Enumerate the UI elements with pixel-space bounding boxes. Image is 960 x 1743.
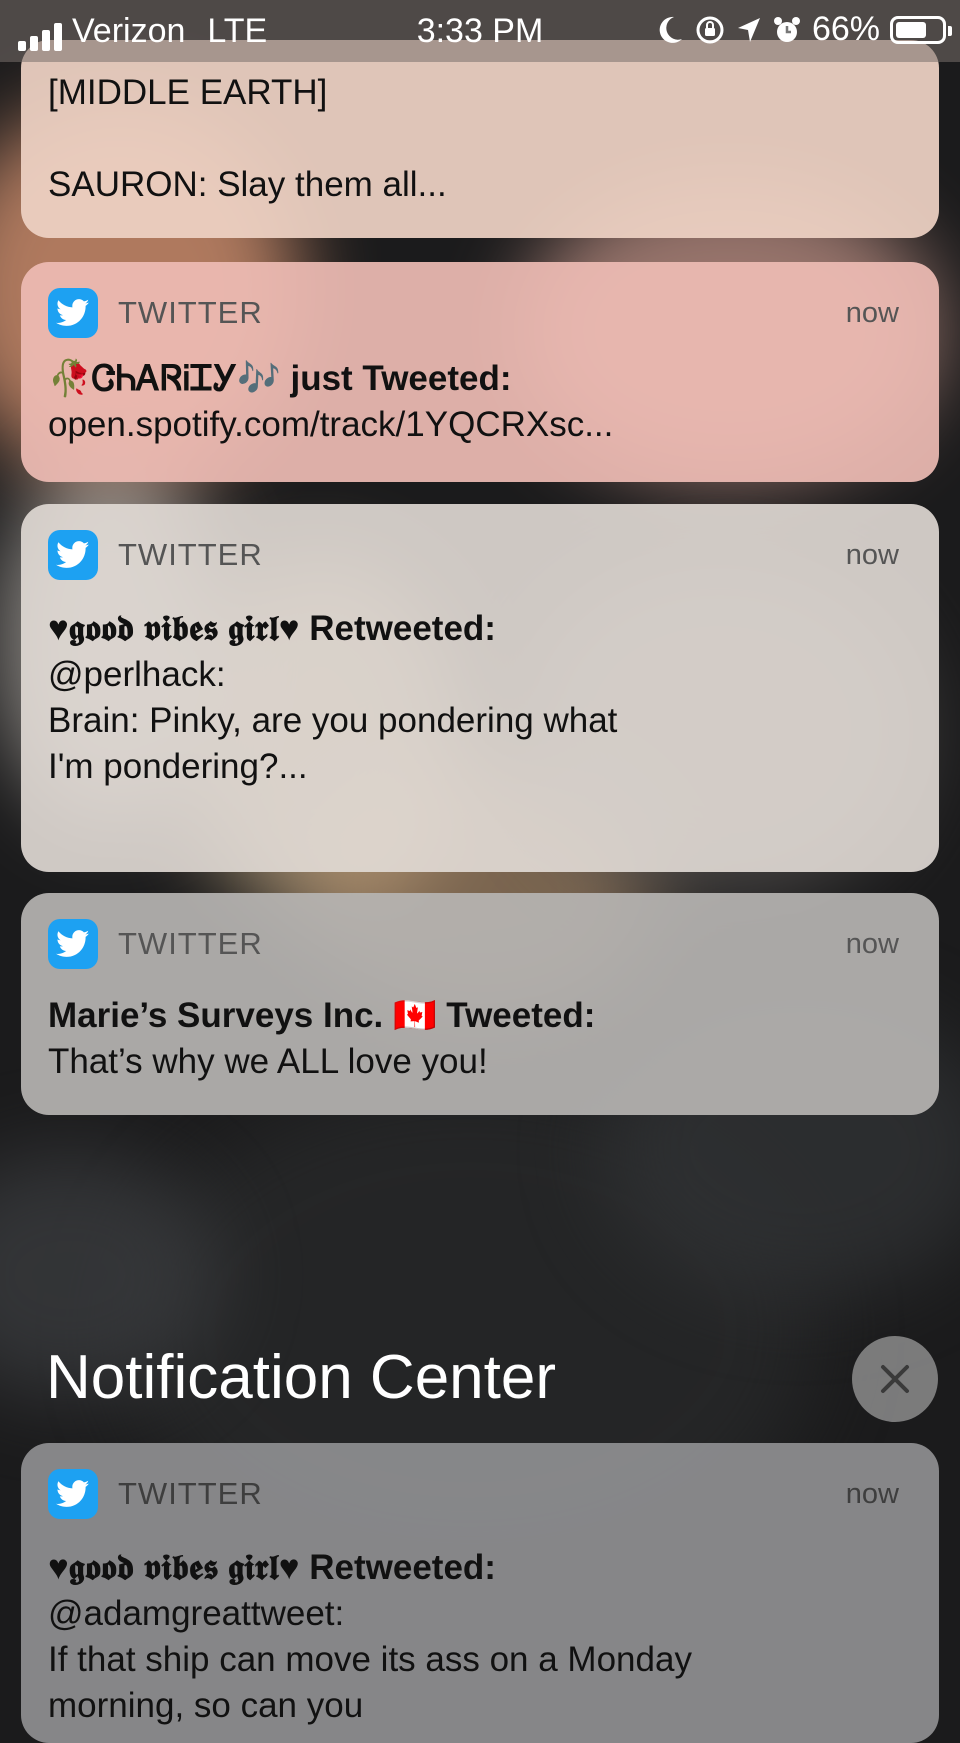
location-arrow-icon xyxy=(737,17,760,42)
battery-icon xyxy=(890,15,952,44)
notification-line: That’s why we ALL love you! xyxy=(48,1042,488,1081)
notification-line: morning, so can you xyxy=(48,1686,364,1725)
twitter-bird-icon xyxy=(48,530,98,580)
notification-card[interactable]: TWITTER now ♥𝖌𝖔𝖔𝖉 𝖛𝖎𝖇𝖊𝖘 𝖌𝖎𝖗𝖑♥ Retweeted:… xyxy=(21,1443,939,1743)
notification-card[interactable]: [MIDDLE EARTH] SAURON: Slay them all... xyxy=(21,40,939,238)
battery-percent: 66% xyxy=(811,10,880,48)
notification-line: open.spotify.com/track/1YQCRXsc... xyxy=(48,405,614,444)
app-name: TWITTER xyxy=(118,537,263,572)
notification-time: now xyxy=(845,927,899,960)
notification-line: [MIDDLE EARTH] xyxy=(48,73,328,112)
notification-card[interactable]: TWITTER now ♥𝖌𝖔𝖔𝖉 𝖛𝖎𝖇𝖊𝖘 𝖌𝖎𝖗𝖑♥ Retweeted:… xyxy=(21,504,939,872)
notification-line: @adamgreattweet: xyxy=(48,1594,345,1633)
notification-line: Brain: Pinky, are you pondering what xyxy=(48,701,618,740)
notification-line: @perlhack: xyxy=(48,655,226,694)
notification-card[interactable]: TWITTER now 🥀ᏣᏂᎪᏒᎥᏆᎩ🎶 just Tweeted: open… xyxy=(21,262,939,482)
notification-title: ♥𝖌𝖔𝖔𝖉 𝖛𝖎𝖇𝖊𝖘 𝖌𝖎𝖗𝖑♥ Retweeted: xyxy=(48,609,496,648)
twitter-bird-icon xyxy=(48,919,98,969)
notification-time: now xyxy=(845,296,899,329)
app-name: TWITTER xyxy=(118,1476,263,1511)
notification-line: SAURON: Slay them all... xyxy=(48,165,447,204)
notification-title: 🥀ᏣᏂᎪᏒᎥᏆᎩ🎶 just Tweeted: xyxy=(48,359,512,398)
moon-icon xyxy=(659,16,682,43)
notification-time: now xyxy=(845,538,899,571)
notification-time: now xyxy=(845,1477,899,1510)
notification-line xyxy=(48,116,899,162)
app-name: TWITTER xyxy=(118,926,263,961)
close-icon xyxy=(881,1365,909,1393)
twitter-bird-icon xyxy=(48,288,98,338)
clear-notifications-button[interactable] xyxy=(852,1336,938,1422)
notification-center-title: Notification Center xyxy=(46,1343,557,1412)
notification-title: ♥𝖌𝖔𝖔𝖉 𝖛𝖎𝖇𝖊𝖘 𝖌𝖎𝖗𝖑♥ Retweeted: xyxy=(48,1548,496,1587)
notification-title: Marie’s Surveys Inc. 🇨🇦 Tweeted: xyxy=(48,996,596,1035)
status-bar: Verizon LTE 3:33 PM 66% xyxy=(0,0,960,62)
rotation-lock-icon xyxy=(696,16,724,43)
app-name: TWITTER xyxy=(118,295,263,330)
alarm-icon xyxy=(773,16,800,42)
notification-card[interactable]: TWITTER now Marie’s Surveys Inc. 🇨🇦 Twee… xyxy=(21,893,939,1115)
twitter-bird-icon xyxy=(48,1469,98,1519)
notification-line: If that ship can move its ass on a Monda… xyxy=(48,1640,692,1679)
notification-line: I'm pondering?... xyxy=(48,747,308,786)
